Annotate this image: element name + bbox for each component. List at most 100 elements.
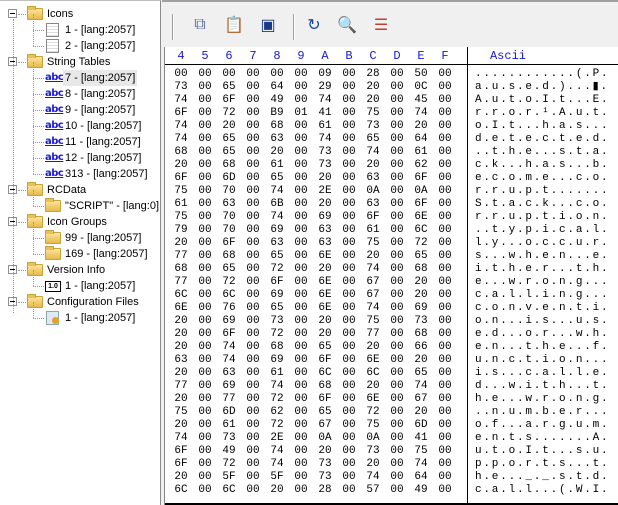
hex-byte[interactable]: 69 <box>267 354 287 367</box>
hex-byte[interactable]: 00 <box>291 224 311 237</box>
hex-byte[interactable]: 0A <box>411 185 431 198</box>
hex-byte[interactable]: 00 <box>291 94 311 107</box>
ascii-text[interactable]: ..t.y.p.i.c.a.l. <box>475 224 609 237</box>
hex-byte[interactable]: 00 <box>435 367 455 380</box>
hex-byte[interactable]: 00 <box>387 302 407 315</box>
hex-byte[interactable]: 69 <box>267 289 287 302</box>
hex-byte[interactable]: 00 <box>291 81 311 94</box>
hex-byte[interactable]: 20 <box>363 341 383 354</box>
hex-byte[interactable]: 00 <box>267 68 287 81</box>
ascii-text[interactable]: d...w.i.t.h...t. <box>475 380 609 393</box>
hex-byte[interactable]: 00 <box>291 432 311 445</box>
tree-item[interactable]: 1.0 1 - [lang:2057] <box>0 270 160 294</box>
hex-byte[interactable]: 73 <box>315 159 335 172</box>
hex-byte[interactable]: 75 <box>363 237 383 250</box>
hex-byte[interactable]: 00 <box>387 146 407 159</box>
hex-byte[interactable]: 00 <box>195 471 215 484</box>
tree-item[interactable]: abc 9 - [lang:2057] <box>0 94 160 118</box>
hex-byte[interactable]: 20 <box>363 94 383 107</box>
hex-byte[interactable]: 00 <box>243 237 263 250</box>
hex-byte[interactable]: 77 <box>171 276 191 289</box>
hex-byte[interactable]: 74 <box>363 263 383 276</box>
hex-byte[interactable]: 72 <box>267 263 287 276</box>
hex-byte[interactable]: 00 <box>387 432 407 445</box>
hex-byte[interactable]: 63 <box>363 198 383 211</box>
hex-row[interactable]: 73 00 65 00 64 00 29 00 20 00 0C 00 a.u.s.e.d.)...▮. <box>165 81 618 94</box>
hex-byte[interactable]: 62 <box>267 406 287 419</box>
hex-byte[interactable]: 00 <box>291 289 311 302</box>
hex-byte[interactable]: 00 <box>339 94 359 107</box>
hex-byte[interactable]: 75 <box>363 315 383 328</box>
hex-byte[interactable]: 00 <box>219 68 239 81</box>
hex-byte[interactable]: 75 <box>171 185 191 198</box>
hex-byte[interactable]: 73 <box>411 315 431 328</box>
hex-byte[interactable]: 20 <box>171 341 191 354</box>
hex-byte[interactable]: 00 <box>195 185 215 198</box>
hex-byte[interactable]: 67 <box>363 276 383 289</box>
ascii-text[interactable]: l.y...o.c.c.u.r. <box>475 237 609 250</box>
hex-byte[interactable]: 00 <box>339 107 359 120</box>
hex-byte[interactable]: 00 <box>243 458 263 471</box>
hex-byte[interactable]: 65 <box>315 406 335 419</box>
hex-byte[interactable]: 6F <box>411 198 431 211</box>
hex-byte[interactable]: 6F <box>219 237 239 250</box>
hex-byte[interactable]: 72 <box>219 107 239 120</box>
hex-byte[interactable]: 00 <box>387 172 407 185</box>
hex-row[interactable]: 75 00 70 00 74 00 2E 00 0A 00 0A 00 r.r.u.p.t....... <box>165 185 618 198</box>
hex-byte[interactable]: 00 <box>387 380 407 393</box>
replace-resource-button[interactable]: ▣ <box>256 14 280 36</box>
hex-byte[interactable]: 74 <box>363 302 383 315</box>
hex-byte[interactable]: 74 <box>171 120 191 133</box>
hex-row[interactable]: 20 00 69 00 73 00 20 00 75 00 73 00 o.n...i.s...u.s. <box>165 315 618 328</box>
hex-byte[interactable]: 63 <box>219 367 239 380</box>
hex-row[interactable]: 20 00 77 00 72 00 6F 00 6E 00 67 00 h.e...w.r.o.n.g. <box>165 393 618 406</box>
hex-byte[interactable]: 20 <box>171 367 191 380</box>
hex-byte[interactable]: 73 <box>171 81 191 94</box>
hex-byte[interactable]: 00 <box>435 81 455 94</box>
hex-byte[interactable]: 00 <box>195 315 215 328</box>
hex-byte[interactable]: 75 <box>363 107 383 120</box>
hex-byte[interactable]: 00 <box>387 237 407 250</box>
hex-byte[interactable]: 75 <box>411 445 431 458</box>
hex-byte[interactable]: 65 <box>219 263 239 276</box>
hex-byte[interactable]: 20 <box>315 445 335 458</box>
hex-byte[interactable]: 65 <box>267 250 287 263</box>
hex-byte[interactable]: 6C <box>363 367 383 380</box>
hex-byte[interactable]: 00 <box>435 445 455 458</box>
hex-byte[interactable]: 69 <box>219 380 239 393</box>
hex-byte[interactable]: 20 <box>171 315 191 328</box>
hex-byte[interactable]: 00 <box>387 211 407 224</box>
hex-byte[interactable]: 75 <box>363 419 383 432</box>
hex-byte[interactable]: 73 <box>267 315 287 328</box>
hex-byte[interactable]: 64 <box>411 133 431 146</box>
hex-byte[interactable]: 00 <box>195 458 215 471</box>
hex-row[interactable]: 75 00 6D 00 62 00 65 00 72 00 20 00 ..n.u.m.b.e.r... <box>165 406 618 419</box>
hex-byte[interactable]: 77 <box>171 380 191 393</box>
hex-byte[interactable]: 00 <box>291 484 311 497</box>
hex-byte[interactable]: 00 <box>339 250 359 263</box>
hex-byte[interactable]: 00 <box>387 263 407 276</box>
hex-byte[interactable]: 20 <box>411 406 431 419</box>
hex-byte[interactable]: 0A <box>363 432 383 445</box>
hex-byte[interactable]: 49 <box>267 94 287 107</box>
hex-byte[interactable]: 00 <box>291 315 311 328</box>
ascii-text[interactable]: a.u.s.e.d.)...▮. <box>475 81 609 94</box>
hex-byte[interactable]: 68 <box>219 250 239 263</box>
hex-byte[interactable]: 00 <box>339 172 359 185</box>
hex-byte[interactable]: 00 <box>339 237 359 250</box>
hex-byte[interactable]: 00 <box>291 198 311 211</box>
ascii-text[interactable]: c.a.l.l.i.n.g... <box>475 289 609 302</box>
hex-byte[interactable]: 73 <box>315 471 335 484</box>
hex-byte[interactable]: 00 <box>435 458 455 471</box>
ascii-text[interactable]: h.e...w.r.o.n.g. <box>475 393 609 406</box>
hex-byte[interactable]: 00 <box>195 211 215 224</box>
hex-byte[interactable]: 6C <box>171 484 191 497</box>
ascii-text[interactable]: r.r.o.r.¹.A.u.t. <box>475 107 609 120</box>
hex-byte[interactable]: 20 <box>363 380 383 393</box>
tree-group-string-tables[interactable]: String Tables <box>0 54 160 70</box>
ascii-text[interactable]: c.k...h.a.s...b. <box>475 159 609 172</box>
hex-byte[interactable]: 63 <box>315 237 335 250</box>
hex-row[interactable]: 20 00 74 00 68 00 65 00 20 00 66 00 e.n...t.h.e...f. <box>165 341 618 354</box>
hex-byte[interactable]: 00 <box>435 198 455 211</box>
hex-byte[interactable]: 00 <box>339 445 359 458</box>
